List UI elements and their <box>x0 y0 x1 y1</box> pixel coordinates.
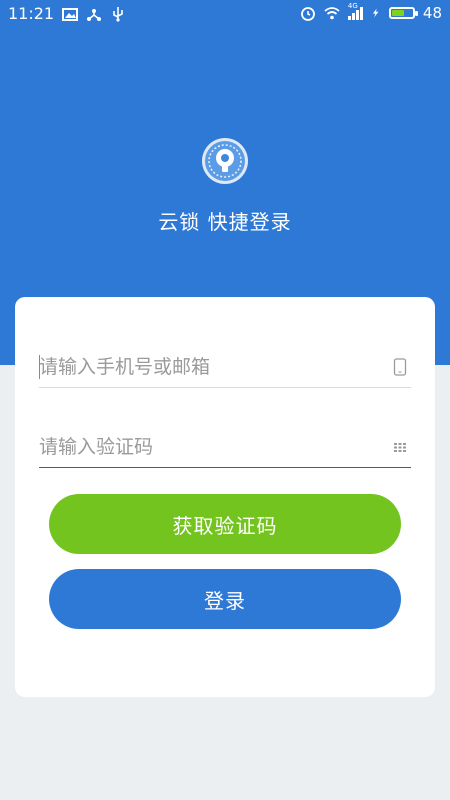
share-icon <box>87 8 102 21</box>
text-cursor <box>39 355 40 379</box>
battery-level: 48 <box>422 4 442 22</box>
charging-icon <box>372 8 379 18</box>
network-type-label: 4G <box>347 2 358 10</box>
status-time: 11:21 <box>8 4 55 23</box>
usb-icon <box>113 6 123 22</box>
alarm-icon <box>301 7 315 21</box>
verification-code-field[interactable] <box>39 429 411 468</box>
page-title: 云锁 快捷登录 <box>158 210 292 234</box>
status-bar: 11:21 4G 48 <box>0 0 450 28</box>
app-logo-icon <box>202 138 248 184</box>
wifi-icon <box>324 7 340 20</box>
phone-icon <box>393 358 407 376</box>
signal-icon: 4G <box>347 2 363 20</box>
image-notification-icon <box>62 7 79 21</box>
keypad-icon <box>394 443 406 452</box>
account-input[interactable] <box>39 349 369 385</box>
account-field[interactable] <box>39 349 411 388</box>
login-button[interactable]: 登录 <box>49 569 401 629</box>
get-verification-code-button[interactable]: 获取验证码 <box>49 494 401 554</box>
login-card: 获取验证码 登录 <box>15 297 435 697</box>
battery-icon <box>388 7 418 19</box>
verification-code-input[interactable] <box>39 429 369 465</box>
